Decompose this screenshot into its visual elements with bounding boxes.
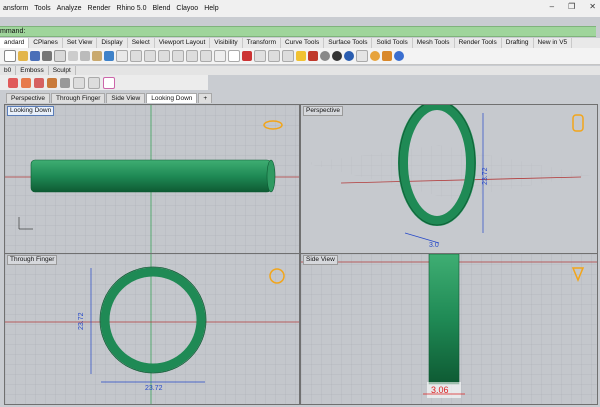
tab-solid-tools[interactable]: Solid Tools <box>372 38 413 48</box>
viewport-side-view[interactable]: 3.06 Side View <box>300 253 598 405</box>
layer-icon[interactable] <box>268 50 280 62</box>
analyze-icon[interactable] <box>308 51 318 61</box>
tab-drafting[interactable]: Drafting <box>502 38 534 48</box>
gear-icon[interactable] <box>370 51 380 61</box>
plugin-toolbar <box>0 75 208 90</box>
zoom-icon[interactable] <box>144 50 156 62</box>
zoom-window-icon[interactable] <box>158 50 170 62</box>
tab-display[interactable]: Display <box>97 38 128 48</box>
tab-select[interactable]: Select <box>128 38 155 48</box>
dim-height-perspective: 23.72 <box>482 167 489 185</box>
shaded-sphere-icon[interactable] <box>320 51 330 61</box>
help-icon[interactable] <box>394 51 404 61</box>
tab-looking-down[interactable]: Looking Down <box>146 93 198 103</box>
viewport-side-view-canvas: 3.06 <box>301 254 597 404</box>
dim-height-through-finger: 23.72 <box>78 312 85 330</box>
dim-width-perspective: 3.0 <box>429 242 439 249</box>
tab-visibility[interactable]: Visibility <box>210 38 243 48</box>
hide-object-icon[interactable] <box>242 51 252 61</box>
tab-lab[interactable]: b0 <box>0 66 17 75</box>
tab-new-in-v5[interactable]: New in V5 <box>534 38 573 48</box>
add-viewport-tab-icon[interactable]: + <box>198 93 213 103</box>
menu-render[interactable]: Render <box>85 5 114 12</box>
viewport-perspective-canvas: 23.72 3.0 <box>301 105 597 253</box>
menu-tools[interactable]: Tools <box>31 5 53 12</box>
restore-icon[interactable]: ❐ <box>568 2 575 11</box>
viewport-looking-down-canvas <box>5 105 299 253</box>
viewport-label-through-finger[interactable]: Through Finger <box>7 255 58 265</box>
save-icon[interactable] <box>30 51 40 61</box>
tab-cplanes[interactable]: CPlanes <box>29 38 63 48</box>
tab-transform[interactable]: Transform <box>243 38 281 48</box>
plugin-tab-strip: b0 Emboss Sculpt <box>0 66 600 75</box>
standard-toolbar <box>0 48 600 65</box>
viewport-through-finger[interactable]: 23.72 23.72 Through Finger <box>4 253 300 405</box>
tab-set-view[interactable]: Set View <box>63 38 98 48</box>
menu-blend[interactable]: Blend <box>149 5 173 12</box>
tab-render-tools[interactable]: Render Tools <box>455 38 502 48</box>
open-file-icon[interactable] <box>18 51 28 61</box>
plugin-more-icon[interactable] <box>88 76 100 89</box>
plugin-link-icon[interactable] <box>103 76 115 89</box>
tab-perspective[interactable]: Perspective <box>6 93 50 103</box>
viewport-label-perspective[interactable]: Perspective <box>303 106 343 116</box>
dim-width-through-finger: 23.72 <box>145 385 163 392</box>
plugin-tool-3-icon[interactable] <box>34 77 44 88</box>
undo-view-icon[interactable] <box>200 50 212 62</box>
tab-side-view[interactable]: Side View <box>106 93 146 103</box>
four-viewports-icon[interactable] <box>214 50 226 62</box>
properties-icon[interactable] <box>282 50 294 62</box>
copy-icon[interactable] <box>80 51 90 61</box>
viewport-tabs: Perspective Through Finger Side View Loo… <box>6 93 213 103</box>
options-icon[interactable] <box>356 50 368 62</box>
plugin-tool-1-icon[interactable] <box>8 77 18 88</box>
tab-surface-tools[interactable]: Surface Tools <box>324 38 373 48</box>
menu-rhino[interactable]: Rhino 5.0 <box>114 5 150 12</box>
viewport-label-side-view[interactable]: Side View <box>303 255 338 265</box>
zoom-extents-icon[interactable] <box>172 50 184 62</box>
plugin-tool-5-icon[interactable] <box>60 77 70 88</box>
menu-analyze[interactable]: Analyze <box>54 5 85 12</box>
command-prompt[interactable]: mmand: <box>0 26 596 37</box>
plugin-tool-2-icon[interactable] <box>21 77 31 88</box>
undo-icon[interactable] <box>104 51 114 61</box>
import-icon[interactable] <box>54 50 66 62</box>
plugin-tool-4-icon[interactable] <box>47 77 57 88</box>
tab-through-finger[interactable]: Through Finger <box>50 93 106 103</box>
command-label: mmand: <box>0 28 26 35</box>
viewport-label-looking-down[interactable]: Looking Down <box>7 106 55 116</box>
minimize-icon[interactable]: – <box>550 2 554 11</box>
menu-help[interactable]: Help <box>201 5 221 12</box>
tab-mesh-tools[interactable]: Mesh Tools <box>413 38 455 48</box>
tab-viewport-layout[interactable]: Viewport Layout <box>155 38 211 48</box>
material-sphere-icon[interactable] <box>344 51 354 61</box>
paste-icon[interactable] <box>92 51 102 61</box>
tab-standard[interactable]: andard <box>0 38 30 48</box>
dim-width-side-view: 3.06 <box>431 385 449 395</box>
rotate-view-icon[interactable] <box>130 50 142 62</box>
new-file-icon[interactable] <box>4 50 16 62</box>
menu-bar: ansform Tools Analyze Render Rhino 5.0 B… <box>0 0 600 17</box>
zoom-selected-icon[interactable] <box>186 50 198 62</box>
plugin-icon[interactable] <box>382 51 392 61</box>
render-sphere-icon[interactable] <box>332 51 342 61</box>
tab-emboss[interactable]: Emboss <box>16 66 49 75</box>
lock-icon[interactable] <box>254 50 266 62</box>
menu-clayoo[interactable]: Clayoo <box>173 5 201 12</box>
tab-sculpt[interactable]: Sculpt <box>49 66 76 75</box>
print-icon[interactable] <box>42 51 52 61</box>
close-icon[interactable]: ✕ <box>589 2 596 11</box>
menu-transform[interactable]: ansform <box>0 5 31 12</box>
pan-icon[interactable] <box>116 50 128 62</box>
viewport-through-finger-canvas: 23.72 23.72 <box>5 254 299 404</box>
light-bulb-icon[interactable] <box>296 51 306 61</box>
viewport-looking-down[interactable]: Looking Down <box>4 104 300 254</box>
tab-curve-tools[interactable]: Curve Tools <box>281 38 325 48</box>
window-controls: – ❐ ✕ <box>550 2 596 11</box>
viewport-perspective[interactable]: 23.72 3.0 Perspective <box>300 104 598 254</box>
plugin-help-icon[interactable] <box>73 76 85 89</box>
grid-icon[interactable] <box>228 50 240 62</box>
cut-icon[interactable] <box>68 51 78 61</box>
